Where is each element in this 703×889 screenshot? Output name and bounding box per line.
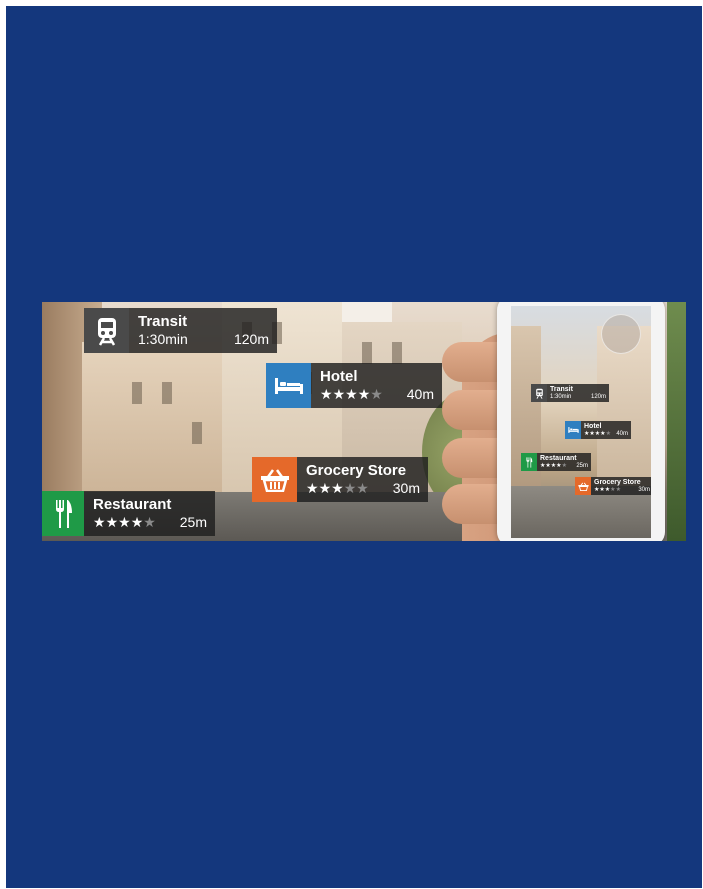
window [392, 342, 402, 364]
mini-card-transit[interactable]: Transit 1:30min 120m [531, 384, 609, 402]
card-time: 1:30min [138, 331, 188, 347]
star-empty-icon: ★ [143, 514, 156, 530]
card-hotel[interactable]: Hotel ★★★★★ 40m [266, 363, 442, 408]
window [162, 382, 172, 404]
foliage [667, 302, 686, 541]
star-empty-icon: ★ [561, 462, 567, 469]
smartphone: Transit 1:30min 120m Hotel ★★★★★ 40m Res… [497, 302, 665, 541]
card-distance: 30m [392, 480, 420, 496]
mini-card-title: Transit [550, 385, 573, 393]
rating-stars: ★★★★★ [584, 431, 611, 438]
rating-stars: ★★★★★ [306, 480, 369, 497]
mini-card-distance: 30m [638, 486, 650, 493]
rating-stars: ★★★★★ [320, 386, 383, 403]
ar-banner-image: Transit 1:30min 120m Hotel ★★★★★ 40m Res… [42, 302, 686, 541]
card-title: Grocery Store [306, 462, 407, 479]
mini-card-distance: 40m [616, 430, 628, 437]
phone-screen: Transit 1:30min 120m Hotel ★★★★★ 40m Res… [511, 306, 651, 538]
window [132, 382, 142, 404]
rating-stars: ★★★★★ [93, 514, 156, 531]
compass-icon[interactable] [601, 314, 641, 354]
mini-card-restaurant[interactable]: Restaurant ★★★★★ 25m [521, 453, 591, 471]
train-icon [531, 384, 547, 402]
star-empty-icon: ★ [343, 480, 357, 496]
mini-card-title: Grocery Store [594, 478, 641, 486]
star-empty-icon: ★ [370, 386, 383, 402]
fork-knife-icon [521, 453, 537, 471]
mini-card-time: 1:30min [550, 393, 572, 400]
card-transit[interactable]: Transit 1:30min 120m [84, 308, 277, 353]
card-distance: 120m [233, 331, 269, 347]
star-filled-icon: ★ [332, 386, 346, 402]
star-filled-icon: ★ [318, 480, 332, 496]
fork-knife-icon [42, 491, 84, 536]
train-icon [84, 308, 129, 353]
mini-card-distance: 120m [590, 393, 606, 400]
mini-card-title: Restaurant [540, 454, 577, 462]
card-title: Hotel [320, 368, 358, 385]
star-empty-icon: ★ [605, 430, 611, 437]
card-distance: 25m [179, 514, 207, 530]
bed-icon [565, 421, 581, 439]
window [192, 422, 202, 444]
star-empty-icon: ★ [615, 486, 621, 493]
star-filled-icon: ★ [130, 514, 144, 530]
card-title: Transit [138, 313, 188, 330]
star-empty-icon: ★ [356, 480, 369, 496]
basket-icon [252, 457, 297, 502]
star-filled-icon: ★ [93, 514, 106, 530]
rating-stars: ★★★★★ [540, 463, 567, 470]
star-filled-icon: ★ [345, 386, 358, 402]
card-restaurant[interactable]: Restaurant ★★★★★ 25m [42, 491, 215, 536]
bed-icon [266, 363, 311, 408]
mini-card-title: Hotel [584, 422, 602, 430]
mini-card-distance: 25m [576, 462, 588, 469]
star-filled-icon: ★ [306, 480, 319, 496]
rating-stars: ★★★★★ [594, 487, 621, 494]
page-background: Transit 1:30min 120m Hotel ★★★★★ 40m Res… [6, 6, 702, 888]
mini-card-grocery[interactable]: Grocery Store ★★★★★ 30m [575, 477, 651, 495]
basket-icon [575, 477, 591, 495]
star-filled-icon: ★ [105, 514, 119, 530]
star-filled-icon: ★ [118, 514, 131, 530]
mini-card-hotel[interactable]: Hotel ★★★★★ 40m [565, 421, 631, 439]
star-filled-icon: ★ [331, 480, 344, 496]
card-grocery[interactable]: Grocery Store ★★★★★ 30m [252, 457, 428, 502]
card-distance: 40m [406, 386, 434, 402]
window [362, 342, 372, 364]
card-title: Restaurant [93, 496, 172, 513]
star-filled-icon: ★ [320, 386, 333, 402]
star-filled-icon: ★ [357, 386, 371, 402]
